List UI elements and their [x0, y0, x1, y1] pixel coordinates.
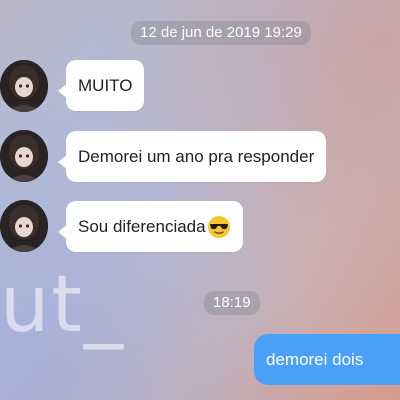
watermark: ut_ [0, 260, 126, 350]
incoming-message[interactable]: Sou diferenciada [58, 201, 243, 252]
sender-avatar[interactable] [0, 60, 48, 112]
incoming-message[interactable]: Demorei um ano pra responder [57, 131, 327, 182]
message-text: MUITO [78, 75, 133, 95]
avatar-icon [0, 60, 48, 112]
message-text: Demorei um ano pra responder [78, 146, 315, 166]
outgoing-message[interactable]: demorei dois [254, 334, 400, 385]
sender-avatar[interactable] [0, 200, 48, 252]
date-separator: 12 de jun de 2019 19:29 [131, 21, 311, 45]
message-text: demorei dois [266, 349, 364, 369]
sunglasses-emoji-icon [207, 215, 231, 239]
message-text: Sou diferenciada [78, 216, 206, 236]
avatar-icon [0, 200, 48, 252]
time-separator: 18:19 [204, 291, 260, 315]
avatar-icon [0, 130, 48, 182]
incoming-message[interactable]: MUITO [57, 60, 145, 111]
sender-avatar[interactable] [0, 130, 48, 182]
